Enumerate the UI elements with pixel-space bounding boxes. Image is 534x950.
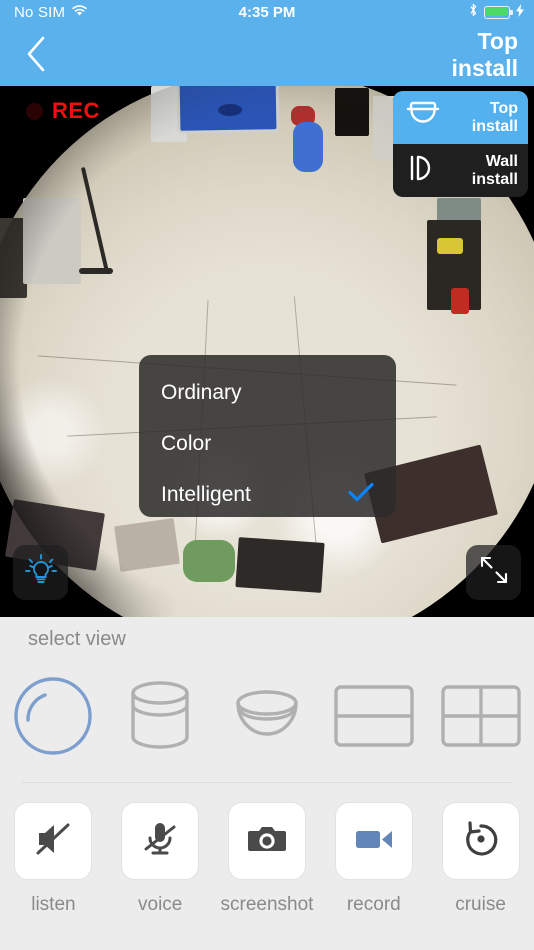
image-mode-menu[interactable]: Ordinary Color Intelligent [139,355,396,517]
camcorder-icon [353,818,395,865]
lightning-bolt-icon [516,3,524,21]
expand-arrows-icon [477,553,511,592]
listen-button[interactable] [14,802,93,880]
screenshot-button[interactable] [227,802,306,880]
voice-label: voice [138,894,183,915]
status-bar: No SIM 4:35 PM [0,0,534,24]
voice-button[interactable] [121,802,200,880]
view-mode-split-4[interactable] [427,666,534,770]
control-screenshot[interactable]: screenshot [214,802,321,916]
video-stream-area[interactable]: REC Top install Wall install Ordinary Co… [0,86,534,617]
two-pane-icon [332,680,416,757]
bottom-panel: select view listen voice screenshot reco… [0,617,534,950]
image-mode-option-intelligent-label: Intelligent [161,482,251,506]
recording-indicator: REC [26,98,100,124]
install-menu-item-top[interactable]: Top install [393,91,528,144]
speaker-muted-icon [32,818,74,865]
control-bar: listen voice screenshot record cruise [0,802,534,916]
light-toggle-button[interactable] [13,545,68,600]
nav-bar: Top install [0,24,534,86]
status-bar-right [469,3,524,21]
wall-camera-icon [405,153,441,188]
image-mode-option-color-label: Color [161,431,212,455]
camera-icon [246,818,288,865]
listen-label: listen [31,894,76,915]
light-bulb-icon [24,553,58,592]
select-view-label: select view [28,628,126,650]
view-mode-bowl[interactable] [214,666,321,770]
image-mode-option-intelligent[interactable]: Intelligent [161,469,374,520]
view-mode-split-2[interactable] [320,666,427,770]
bluetooth-icon [469,3,478,21]
clock-label: 4:35 PM [238,3,296,21]
cruise-label: cruise [455,894,506,915]
four-pane-icon [439,680,523,757]
cylinder-icon [118,674,202,763]
image-mode-option-ordinary[interactable]: Ordinary [161,367,374,418]
record-dot-icon [26,102,43,120]
record-label: record [346,894,401,915]
dome-camera-icon [405,100,441,135]
back-button[interactable] [16,36,56,76]
view-mode-sphere[interactable] [0,666,107,770]
record-button[interactable] [334,802,413,880]
chevron-left-icon [24,35,48,78]
install-menu-item-top-label: Top install [471,99,518,135]
view-mode-cylinder[interactable] [107,666,214,770]
microphone-muted-icon [139,818,181,865]
image-mode-option-ordinary-label: Ordinary [161,380,242,404]
control-cruise[interactable]: cruise [427,802,534,916]
fullscreen-button[interactable] [466,545,521,600]
sphere-icon [11,674,95,763]
page-title: Top install [451,28,518,81]
rotate-counterclockwise-icon [460,818,502,865]
install-type-menu[interactable]: Top install Wall install [393,91,528,197]
control-record[interactable]: record [320,802,427,916]
recording-label: REC [52,98,100,123]
panel-divider [22,782,512,783]
view-mode-selector [0,666,534,770]
install-menu-item-wall-label: Wall install [471,152,518,188]
control-listen[interactable]: listen [0,802,107,916]
bowl-icon [225,674,309,763]
install-menu-item-wall[interactable]: Wall install [393,144,528,197]
control-voice[interactable]: voice [107,802,214,916]
cruise-button[interactable] [441,802,520,880]
screenshot-label: screenshot [220,894,314,915]
camera-live-view-screen: No SIM 4:35 PM Top install REC Top insta… [0,0,534,950]
battery-icon [484,5,513,19]
image-mode-option-color[interactable]: Color [161,418,374,469]
checkmark-icon [348,482,374,507]
